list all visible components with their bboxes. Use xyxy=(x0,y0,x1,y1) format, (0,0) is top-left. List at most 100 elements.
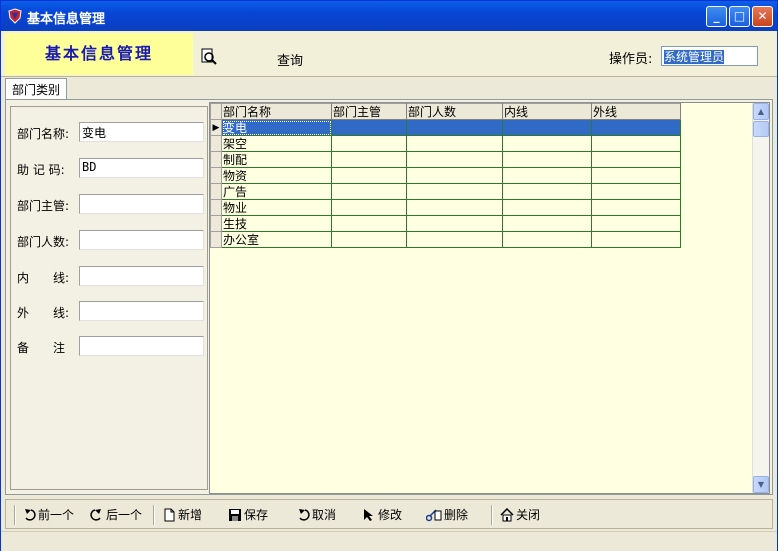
headcount-input[interactable] xyxy=(79,230,204,250)
table-row[interactable]: 架空 xyxy=(210,135,681,152)
supervisor-label: 部门主管: xyxy=(17,199,70,213)
table-row[interactable]: ▶ 变电 xyxy=(210,119,681,136)
operator-field[interactable]: 系统管理员 xyxy=(661,46,758,66)
mnemonic-input[interactable]: BD xyxy=(79,158,204,178)
table-cell[interactable] xyxy=(406,167,503,184)
current-row-pointer-icon[interactable]: ▶ xyxy=(210,119,222,136)
column-header[interactable]: 内线 xyxy=(502,103,592,120)
column-header[interactable]: 外线 xyxy=(591,103,681,120)
table-cell[interactable]: 物资 xyxy=(221,167,332,184)
scroll-up-icon[interactable]: ▲ xyxy=(753,103,769,120)
table-cell[interactable] xyxy=(502,119,592,136)
vertical-scrollbar[interactable]: ▲ ▼ xyxy=(752,103,769,493)
table-row[interactable]: 广告 xyxy=(210,183,681,200)
table-cell[interactable]: 制配 xyxy=(221,151,332,168)
internal-line-input[interactable] xyxy=(79,266,204,286)
table-cell[interactable] xyxy=(502,199,592,216)
table-cell[interactable] xyxy=(406,119,503,136)
table-cell[interactable]: 物业 xyxy=(221,199,332,216)
delete-label: 删除 xyxy=(444,508,469,522)
scroll-thumb[interactable] xyxy=(753,121,769,137)
table-cell[interactable] xyxy=(591,199,681,216)
column-header[interactable]: 部门名称 xyxy=(221,103,332,120)
column-header[interactable]: 部门主管 xyxy=(331,103,407,120)
table-cell[interactable] xyxy=(331,199,407,216)
table-row[interactable]: 物资 xyxy=(210,167,681,184)
table-cell[interactable] xyxy=(406,135,503,152)
new-label: 新增 xyxy=(178,508,203,522)
save-button[interactable]: 保存 xyxy=(228,506,268,524)
tab-strip: 部门类别 xyxy=(1,77,777,99)
table-row[interactable]: 制配 xyxy=(210,151,681,168)
row-indicator[interactable] xyxy=(210,151,222,168)
table-row[interactable]: 办公室 xyxy=(210,231,681,248)
row-indicator-header xyxy=(210,103,222,120)
row-indicator[interactable] xyxy=(210,167,222,184)
table-cell[interactable] xyxy=(591,135,681,152)
table-cell[interactable] xyxy=(591,215,681,232)
dept-name-input[interactable]: 变电 xyxy=(79,122,204,142)
edit-label: 修改 xyxy=(378,508,403,522)
maximize-button[interactable]: □ xyxy=(729,6,750,27)
toolbar-separator xyxy=(491,505,493,525)
table-cell[interactable] xyxy=(591,151,681,168)
floppy-disk-icon xyxy=(229,509,241,521)
column-header[interactable]: 部门人数 xyxy=(406,103,503,120)
table-cell[interactable] xyxy=(406,231,503,248)
table-cell[interactable] xyxy=(331,215,407,232)
next-button[interactable]: 后一个 xyxy=(90,506,142,524)
dept-data-grid[interactable]: 部门名称 部门主管 部门人数 内线 外线 ▶ 变电 架空 制配 物资 广告 物业 生技 办公室 … xyxy=(209,102,770,494)
remark-label: 备 注 xyxy=(17,341,66,355)
table-cell[interactable] xyxy=(502,135,592,152)
table-cell[interactable] xyxy=(502,183,592,200)
table-cell[interactable] xyxy=(406,151,503,168)
scroll-down-icon[interactable]: ▼ xyxy=(753,476,769,493)
table-cell[interactable] xyxy=(591,183,681,200)
table-cell[interactable] xyxy=(502,167,592,184)
close-button[interactable]: 关闭 xyxy=(500,506,540,524)
title-bar[interactable]: 基本信息管理 _ □ ✕ xyxy=(1,1,777,31)
edit-button[interactable]: 修改 xyxy=(362,506,402,524)
external-line-input[interactable] xyxy=(79,301,204,321)
table-cell[interactable] xyxy=(406,183,503,200)
table-cell[interactable] xyxy=(406,215,503,232)
table-cell[interactable]: 架空 xyxy=(221,135,332,152)
table-cell[interactable] xyxy=(331,231,407,248)
delete-button[interactable]: 删除 xyxy=(425,506,469,524)
table-cell[interactable]: 变电 xyxy=(221,119,332,136)
row-indicator[interactable] xyxy=(210,183,222,200)
row-indicator[interactable] xyxy=(210,231,222,248)
row-indicator[interactable] xyxy=(210,199,222,216)
table-cell[interactable] xyxy=(502,151,592,168)
table-cell[interactable] xyxy=(331,135,407,152)
header-bar: 基本信息管理 查询 操作员: 系统管理员 xyxy=(1,31,777,77)
table-cell[interactable] xyxy=(502,215,592,232)
remark-input[interactable] xyxy=(79,336,204,356)
minimize-button[interactable]: _ xyxy=(706,6,727,27)
table-row[interactable]: 生技 xyxy=(210,215,681,232)
table-cell[interactable] xyxy=(331,119,407,136)
supervisor-input[interactable] xyxy=(79,194,204,214)
table-cell[interactable] xyxy=(331,183,407,200)
row-indicator[interactable] xyxy=(210,135,222,152)
query-button[interactable]: 查询 xyxy=(277,50,303,69)
table-cell[interactable]: 广告 xyxy=(221,183,332,200)
query-magnifier-icon[interactable] xyxy=(200,48,218,66)
prev-button[interactable]: 前一个 xyxy=(22,506,74,524)
table-cell[interactable] xyxy=(591,231,681,248)
table-row[interactable]: 物业 xyxy=(210,199,681,216)
tab-dept-category[interactable]: 部门类别 xyxy=(5,78,68,99)
row-indicator[interactable] xyxy=(210,215,222,232)
table-cell[interactable]: 生技 xyxy=(221,215,332,232)
toolbar-separator xyxy=(153,505,155,525)
table-cell[interactable] xyxy=(331,167,407,184)
table-cell[interactable] xyxy=(502,231,592,248)
new-button[interactable]: 新增 xyxy=(162,506,202,524)
table-cell[interactable] xyxy=(331,151,407,168)
table-cell[interactable] xyxy=(406,199,503,216)
table-cell[interactable] xyxy=(591,119,681,136)
cancel-button[interactable]: 取消 xyxy=(296,506,336,524)
table-cell[interactable] xyxy=(591,167,681,184)
close-window-button[interactable]: ✕ xyxy=(752,6,773,27)
table-cell[interactable]: 办公室 xyxy=(221,231,332,248)
